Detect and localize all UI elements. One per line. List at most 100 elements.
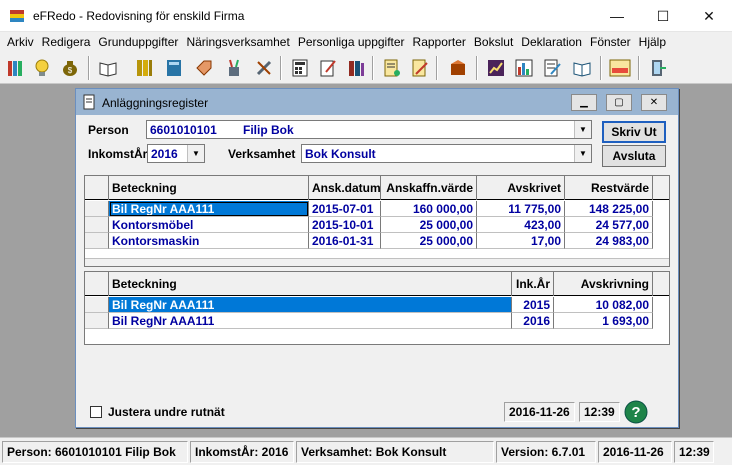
col-avskrivning[interactable]: Avskrivning	[554, 272, 653, 296]
pencil-cup-icon	[229, 59, 239, 76]
toolbar-books-button[interactable]	[4, 56, 28, 80]
toolbar-money-button[interactable]: $	[58, 56, 82, 80]
menu-arkiv[interactable]: Arkiv	[7, 35, 34, 49]
cell-avskrivet[interactable]: 423,00	[477, 217, 565, 233]
svg-text:$: $	[68, 66, 73, 75]
cell-avskrivet[interactable]: 17,00	[477, 233, 565, 249]
cell-avskrivning[interactable]: 10 082,00	[554, 297, 653, 313]
cell-beteckning[interactable]: Bil RegNr AAA111	[109, 297, 512, 313]
cell-ink-ar[interactable]: 2016	[512, 313, 554, 329]
toolbar-binder-button[interactable]	[162, 56, 186, 80]
row-indicator[interactable]	[85, 233, 109, 249]
menu-rapporter[interactable]: Rapporter	[413, 35, 466, 49]
row-indicator[interactable]	[85, 313, 109, 329]
chevron-down-icon[interactable]: ▼	[574, 145, 591, 162]
cell-anskaffn-varde[interactable]: 160 000,00	[381, 201, 477, 217]
status-year: InkomstÅr: 2016	[190, 441, 294, 463]
menu-bokslut[interactable]: Bokslut	[474, 35, 513, 49]
menu-redigera[interactable]: Redigera	[42, 35, 91, 49]
toolbar-home-button[interactable]	[608, 56, 632, 80]
row-indicator[interactable]	[85, 201, 109, 217]
col-beteckning[interactable]: Beteckning	[109, 272, 512, 296]
menu-hjalp[interactable]: Hjälp	[639, 35, 666, 49]
toolbar-trend-button[interactable]	[484, 56, 508, 80]
box-icon	[451, 60, 465, 75]
cell-anskaffn-varde[interactable]: 25 000,00	[381, 217, 477, 233]
toolbar-tools-button[interactable]	[252, 56, 276, 80]
child-maximize-button[interactable]: ▢	[606, 94, 632, 111]
help-button[interactable]: ?	[620, 400, 652, 424]
row-indicator[interactable]	[85, 217, 109, 233]
cell-anskaffn-varde[interactable]: 25 000,00	[381, 233, 477, 249]
col-avskrivet[interactable]: Avskrivet	[477, 176, 565, 200]
person-id: 6601010101	[150, 123, 217, 137]
row-indicator[interactable]	[85, 297, 109, 313]
report-icon	[384, 59, 400, 77]
cell-restvarde[interactable]: 148 225,00	[565, 201, 653, 217]
cell-avskrivning[interactable]: 1 693,00	[554, 313, 653, 329]
chevron-down-icon[interactable]: ▼	[187, 145, 204, 162]
chevron-down-icon[interactable]: ▼	[574, 121, 591, 138]
cell-beteckning[interactable]: Kontorsmaskin	[109, 233, 309, 249]
menu-personliga-uppgifter[interactable]: Personliga uppgifter	[298, 35, 405, 49]
col-beteckning[interactable]: Beteckning	[109, 176, 309, 200]
child-minimize-button[interactable]: ▁	[571, 94, 597, 111]
child-close-button[interactable]: ✕	[641, 94, 667, 111]
cell-avskrivet[interactable]: 11 775,00	[477, 201, 565, 217]
child-title-bar: Anläggningsregister ▁ ▢ ✕	[76, 89, 678, 115]
col-restvarde[interactable]: Restvärde	[565, 176, 653, 200]
col-ink-ar[interactable]: Ink.År	[512, 272, 554, 296]
toolbar-separator	[436, 56, 438, 80]
toolbar-tag-button[interactable]	[192, 56, 216, 80]
person-select[interactable]: 6601010101 Filip Bok ▼	[146, 120, 592, 139]
cell-restvarde[interactable]: 24 983,00	[565, 233, 653, 249]
cell-beteckning[interactable]: Bil RegNr AAA111	[109, 313, 512, 329]
depreciation-grid: Beteckning Ink.År Avskrivning Bil RegNr …	[84, 271, 670, 345]
cell-ink-ar[interactable]: 2015	[512, 297, 554, 313]
minimize-button[interactable]: —	[594, 0, 640, 32]
toolbar-report2-button[interactable]	[408, 56, 432, 80]
toolbar-manual-button[interactable]	[570, 56, 594, 80]
cell-beteckning[interactable]: Bil RegNr AAA111	[109, 201, 309, 217]
toolbar-idea-button[interactable]	[30, 56, 54, 80]
menu-deklaration[interactable]: Deklaration	[521, 35, 582, 49]
adjust-grid-checkbox[interactable]	[90, 406, 102, 418]
year-label: InkomstÅr	[88, 147, 148, 161]
cell-ansk-datum[interactable]: 2015-10-01	[309, 217, 381, 233]
print-button[interactable]: Skriv Ut	[602, 121, 666, 143]
cell-beteckning[interactable]: Kontorsmöbel	[109, 217, 309, 233]
close-button[interactable]: ✕	[686, 0, 732, 32]
col-anskaffn-varde[interactable]: Anskaffn.värde	[381, 176, 477, 200]
tools-icon	[256, 60, 272, 76]
toolbar-report1-button[interactable]	[380, 56, 404, 80]
toolbar-separator	[280, 56, 282, 80]
child-status-time: 12:39	[579, 402, 620, 422]
exit-door-icon	[652, 60, 666, 76]
cell-ansk-datum[interactable]: 2015-07-01	[309, 201, 381, 217]
toolbar-barchart-button[interactable]	[512, 56, 536, 80]
close-window-button[interactable]: Avsluta	[602, 145, 666, 167]
toolbar-exit-button[interactable]	[646, 56, 670, 80]
toolbar-pencils-button[interactable]	[222, 56, 246, 80]
toolbar-book-open-button[interactable]	[96, 56, 120, 80]
cell-ansk-datum[interactable]: 2016-01-31	[309, 233, 381, 249]
menu-naringsverksamhet[interactable]: Näringsverksamhet	[186, 35, 289, 49]
toolbar-notes-button[interactable]	[540, 56, 564, 80]
cell-restvarde[interactable]: 24 577,00	[565, 217, 653, 233]
status-person: Person: 6601010101 Filip Bok	[2, 441, 188, 463]
toolbar-ledger-button[interactable]	[132, 56, 156, 80]
toolbar-edit-doc-button[interactable]	[316, 56, 340, 80]
menu-fonster[interactable]: Fönster	[590, 35, 631, 49]
person-name: Filip Bok	[243, 123, 294, 137]
toolbar-files-button[interactable]	[344, 56, 368, 80]
toolbar-box-button[interactable]	[446, 56, 470, 80]
bar-chart-icon	[515, 59, 533, 77]
toolbar-calculator-button[interactable]	[288, 56, 312, 80]
minimize-icon: —	[610, 8, 624, 24]
verksamhet-select[interactable]: Bok Konsult ▼	[301, 144, 592, 163]
toolbar: $	[0, 52, 732, 84]
year-select[interactable]: 2016 ▼	[147, 144, 205, 163]
maximize-button[interactable]: ☐	[640, 0, 686, 32]
menu-grunduppgifter[interactable]: Grunduppgifter	[98, 35, 178, 49]
col-ansk-datum[interactable]: Ansk.datum	[309, 176, 381, 200]
